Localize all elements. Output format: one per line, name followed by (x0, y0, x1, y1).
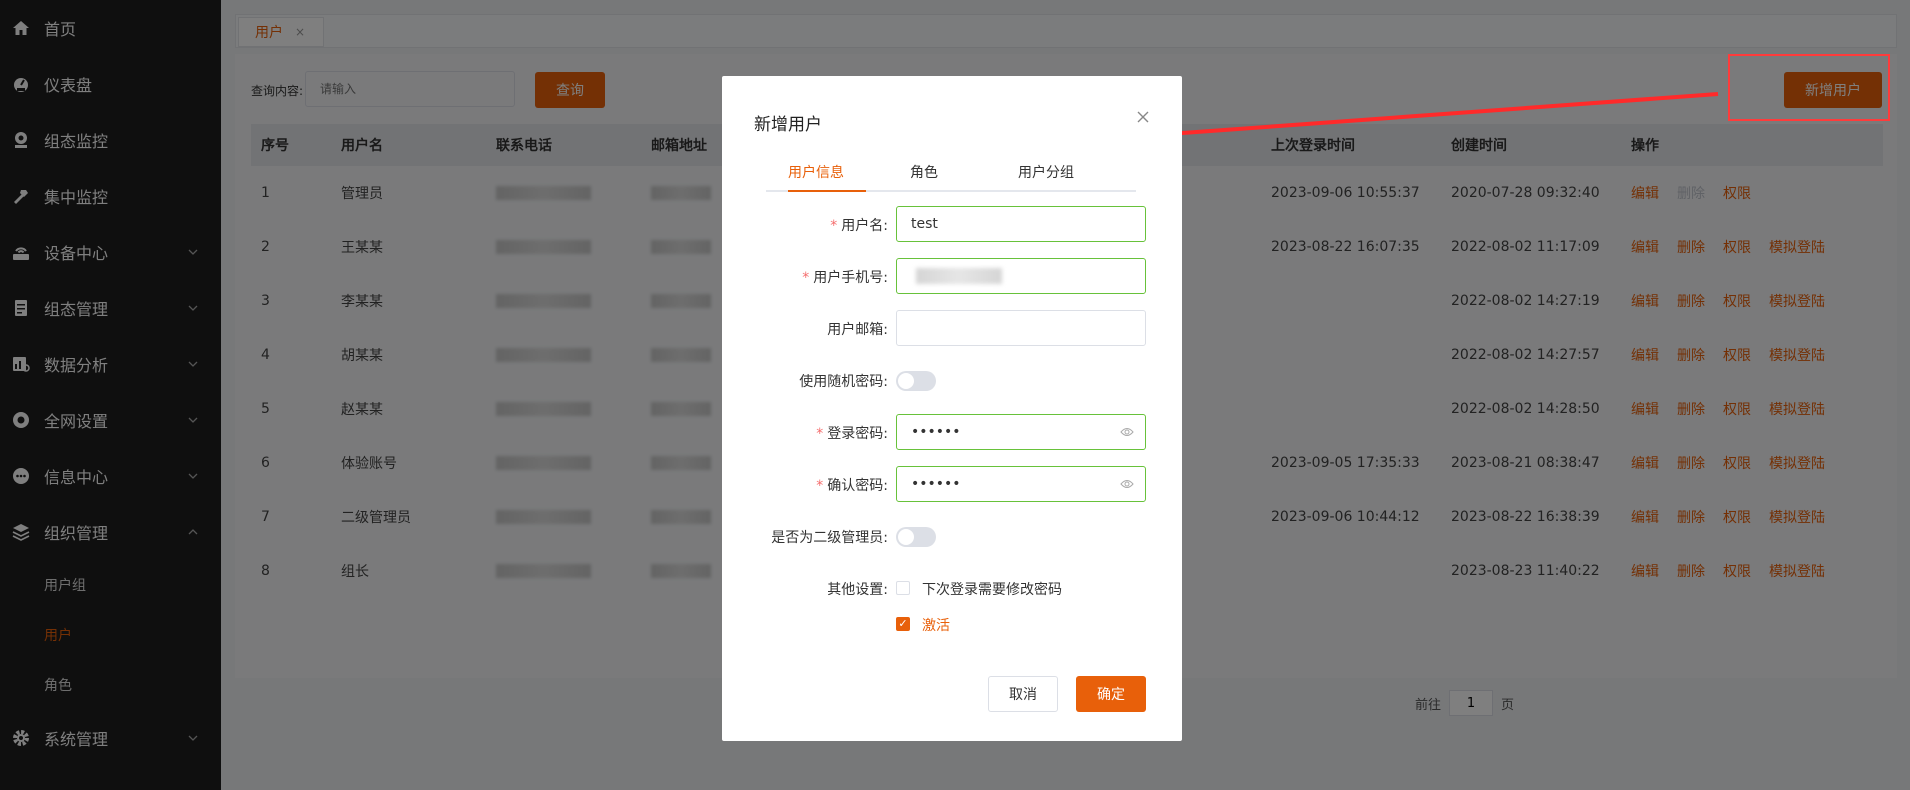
sub-admin-label: 是否为二级管理员: (771, 530, 888, 546)
add-user-dialog: 新增用户 用户信息 角色 用户分组 *用户名: *用户手机号: 用户邮箱: 使用… (722, 76, 1182, 741)
email-row: 用户邮箱: (722, 310, 1182, 346)
dialog-tabs: 用户信息 角色 用户分组 (766, 162, 1136, 192)
required-mark: * (830, 218, 838, 234)
tab-role[interactable]: 角色 (910, 162, 938, 182)
confirm-password-label: * 确认密码: (816, 475, 888, 495)
activate-checkbox[interactable]: ✓ (896, 617, 910, 631)
tab-user-info[interactable]: 用户信息 (788, 162, 844, 182)
required-mark: * (816, 478, 824, 494)
username-label: * 用户名: (830, 215, 888, 235)
redacted-phone (916, 268, 1002, 284)
change-password-checkbox[interactable] (896, 581, 910, 595)
activate-row: ✓ 激活 (722, 606, 1182, 642)
eye-icon[interactable] (1120, 478, 1134, 490)
activate-label: 激活 (922, 618, 950, 634)
dialog-title: 新增用户 (754, 115, 822, 135)
other-settings-row: 其他设置: 下次登录需要修改密码 (722, 570, 1182, 606)
password-label-text: 登录密码: (827, 426, 888, 442)
password-row: * 登录密码: (722, 414, 1182, 450)
password-input[interactable] (896, 414, 1146, 450)
confirm-button[interactable]: 确定 (1076, 676, 1146, 712)
eye-icon[interactable] (1120, 426, 1134, 438)
change-password-label: 下次登录需要修改密码 (922, 582, 1062, 598)
username-label-text: 用户名: (841, 218, 888, 234)
email-label: 用户邮箱: (827, 322, 888, 338)
username-input[interactable] (896, 206, 1146, 242)
random-password-row: 使用随机密码: (722, 362, 1182, 398)
confirm-password-input[interactable] (896, 466, 1146, 502)
username-row: * 用户名: (722, 206, 1182, 242)
phone-label-text: 用户手机号: (813, 270, 888, 286)
required-mark: * (802, 270, 810, 286)
confirm-password-row: * 确认密码: (722, 466, 1182, 502)
tab-user-group[interactable]: 用户分组 (1018, 162, 1074, 182)
random-password-label: 使用随机密码: (799, 374, 888, 390)
phone-row: * 用户手机号: (722, 258, 1182, 294)
cancel-button[interactable]: 取消 (988, 676, 1058, 712)
password-label: * 登录密码: (816, 423, 888, 443)
other-settings-label: 其他设置: (827, 582, 888, 598)
sub-admin-toggle[interactable] (896, 527, 936, 547)
required-mark: * (816, 426, 824, 442)
random-password-toggle[interactable] (896, 371, 936, 391)
active-tab-indicator (788, 190, 866, 192)
confirm-password-label-text: 确认密码: (827, 478, 888, 494)
phone-label: * 用户手机号: (802, 267, 888, 287)
sub-admin-row: 是否为二级管理员: (722, 518, 1182, 554)
email-input[interactable] (896, 310, 1146, 346)
close-icon[interactable] (1136, 110, 1150, 124)
